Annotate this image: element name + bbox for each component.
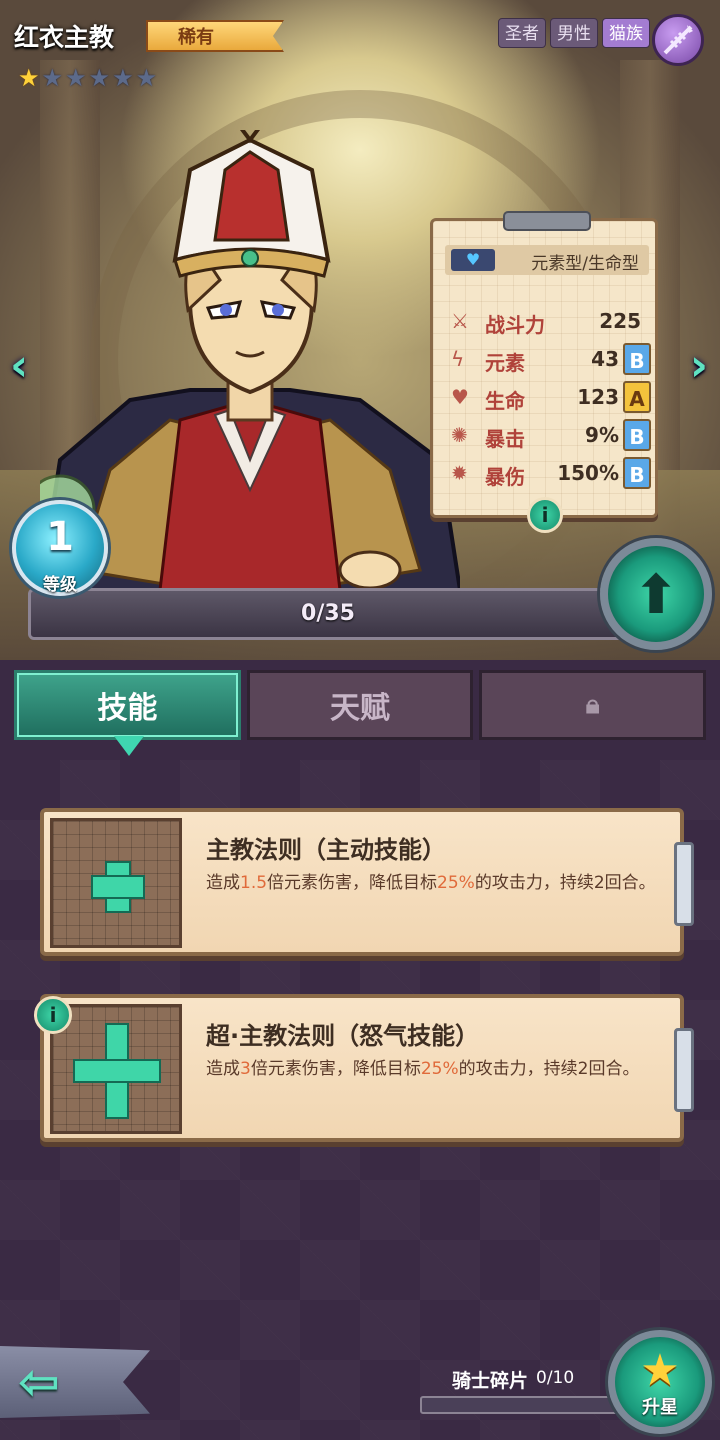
fish-bone-icon[interactable]	[652, 14, 704, 66]
hero-name: 红衣主教	[14, 23, 115, 52]
stat-row-element: ϟ 元素 43 B	[451, 343, 651, 377]
shard-progress-bar	[420, 1396, 630, 1414]
tab-locked[interactable]: 🔒︎	[479, 670, 707, 740]
stat-value: 123	[577, 385, 619, 409]
star-empty-icon: ★	[135, 64, 158, 92]
tag-class[interactable]: 圣者	[498, 18, 546, 48]
star-up-button[interactable]: ★ 升星	[608, 1330, 712, 1434]
grade-badge: A	[623, 381, 651, 413]
grade-badge: B	[623, 457, 651, 489]
stat-row-crit: ✺ 暴击 9% B	[451, 419, 651, 453]
hero-type: 元素型/生命型	[531, 254, 639, 274]
star-rating: ★ ★ ★ ★ ★ ★	[18, 66, 157, 90]
level-orb: 1 等级	[12, 500, 108, 596]
level-label: 等级	[43, 575, 77, 595]
combat-power-icon: ⚔	[451, 309, 469, 333]
skill-title: 超·主教法则（怒气技能）	[206, 1022, 480, 1050]
hero-scene: 红衣主教 稀有 ★ ★ ★ ★ ★ ★ 圣者 男性 猫族 ‹ › ♥ 元素型/生命型 ⚔ …	[0, 0, 720, 660]
crit-icon: ✺	[451, 423, 468, 447]
tag-gender[interactable]: 男性	[550, 18, 598, 48]
shard-label: 骑士碎片	[452, 1370, 529, 1392]
star-empty-icon: ★	[65, 64, 87, 92]
skill-card[interactable]: 主教法则（主动技能） 造成1.5倍元素伤害，降低目标25%的攻击力，持续2回合。	[40, 808, 694, 956]
hero-type-row: ♥ 元素型/生命型	[445, 245, 649, 275]
stat-value: 150%	[557, 461, 619, 485]
skills-panel: 主教法则（主动技能） 造成1.5倍元素伤害，降低目标25%的攻击力，持续2回合。…	[0, 760, 720, 1440]
tab-talent[interactable]: 天赋	[246, 670, 474, 740]
skill-shape-icon	[50, 818, 182, 948]
skill-info-icon[interactable]: i	[34, 996, 72, 1034]
skill-description: 造成1.5倍元素伤害，降低目标25%的攻击力，持续2回合。	[206, 873, 656, 893]
next-hero-chevron-icon[interactable]: ›	[690, 340, 708, 391]
tag-race[interactable]: 猫族	[602, 18, 650, 48]
active-tab-pointer	[114, 736, 144, 756]
star-empty-icon: ★	[112, 64, 134, 92]
stat-label: 战斗力	[485, 313, 545, 337]
shard-count: 0/10	[536, 1368, 575, 1388]
star-empty-icon: ★	[88, 64, 111, 92]
stat-label: 元素	[485, 351, 525, 375]
card-handle	[674, 842, 694, 926]
exp-text: 0/35	[301, 601, 355, 626]
star-up-label: 升星	[642, 1397, 678, 1418]
crit-damage-icon: ✹	[451, 461, 468, 485]
stat-label: 暴击	[485, 427, 525, 451]
skill-description: 造成3倍元素伤害，降低目标25%的攻击力，持续2回合。	[206, 1059, 640, 1079]
tab-skills[interactable]: 技能	[14, 670, 241, 740]
element-icon: ϟ	[451, 347, 465, 371]
up-arrow-icon: ⬆	[633, 562, 679, 626]
stat-row-life: ♥ 生命 123 A	[451, 381, 651, 415]
heart-type-icon: ♥	[451, 249, 495, 271]
stat-label: 暴伤	[485, 465, 525, 489]
star-empty-icon: ★	[41, 64, 64, 92]
skill-title: 主教法则（主动技能）	[206, 836, 446, 864]
star-icon: ★	[640, 1345, 680, 1396]
heart-icon: ♥	[451, 385, 469, 409]
lock-icon: 🔒︎	[585, 689, 600, 720]
stat-value: 225	[599, 309, 641, 333]
exp-bar: 0/35	[28, 588, 628, 640]
stat-row-crit-damage: ✹ 暴伤 150% B	[451, 457, 651, 491]
stat-value: 9%	[585, 423, 619, 447]
back-arrow-icon: ⇦	[18, 1353, 60, 1411]
grade-badge: B	[623, 343, 651, 375]
clipboard-clip	[503, 211, 591, 231]
star-filled-icon: ★	[18, 64, 40, 92]
tab-bar: 技能 天赋 🔒︎	[14, 670, 707, 740]
stats-card: ♥ 元素型/生命型 ⚔ 战斗力 225 ϟ 元素 43 B ♥ 生命 123 A…	[430, 211, 658, 533]
level-value: 1	[46, 514, 74, 560]
hero-tags: 圣者 男性 猫族	[498, 18, 650, 48]
stats-info-icon[interactable]: i	[527, 497, 563, 533]
skill-card[interactable]: 超·主教法则（怒气技能） 造成3倍元素伤害，降低目标25%的攻击力，持续2回合。	[40, 994, 694, 1142]
card-handle	[674, 1028, 694, 1112]
stat-label: 生命	[485, 389, 525, 413]
prev-hero-chevron-icon[interactable]: ‹	[10, 340, 28, 391]
stat-value: 43	[591, 347, 619, 371]
grade-badge: B	[623, 419, 651, 451]
level-up-button[interactable]: ⬆	[600, 538, 712, 650]
stat-row-power: ⚔ 战斗力 225	[451, 305, 651, 339]
rarity-badge: 稀有	[146, 20, 284, 52]
